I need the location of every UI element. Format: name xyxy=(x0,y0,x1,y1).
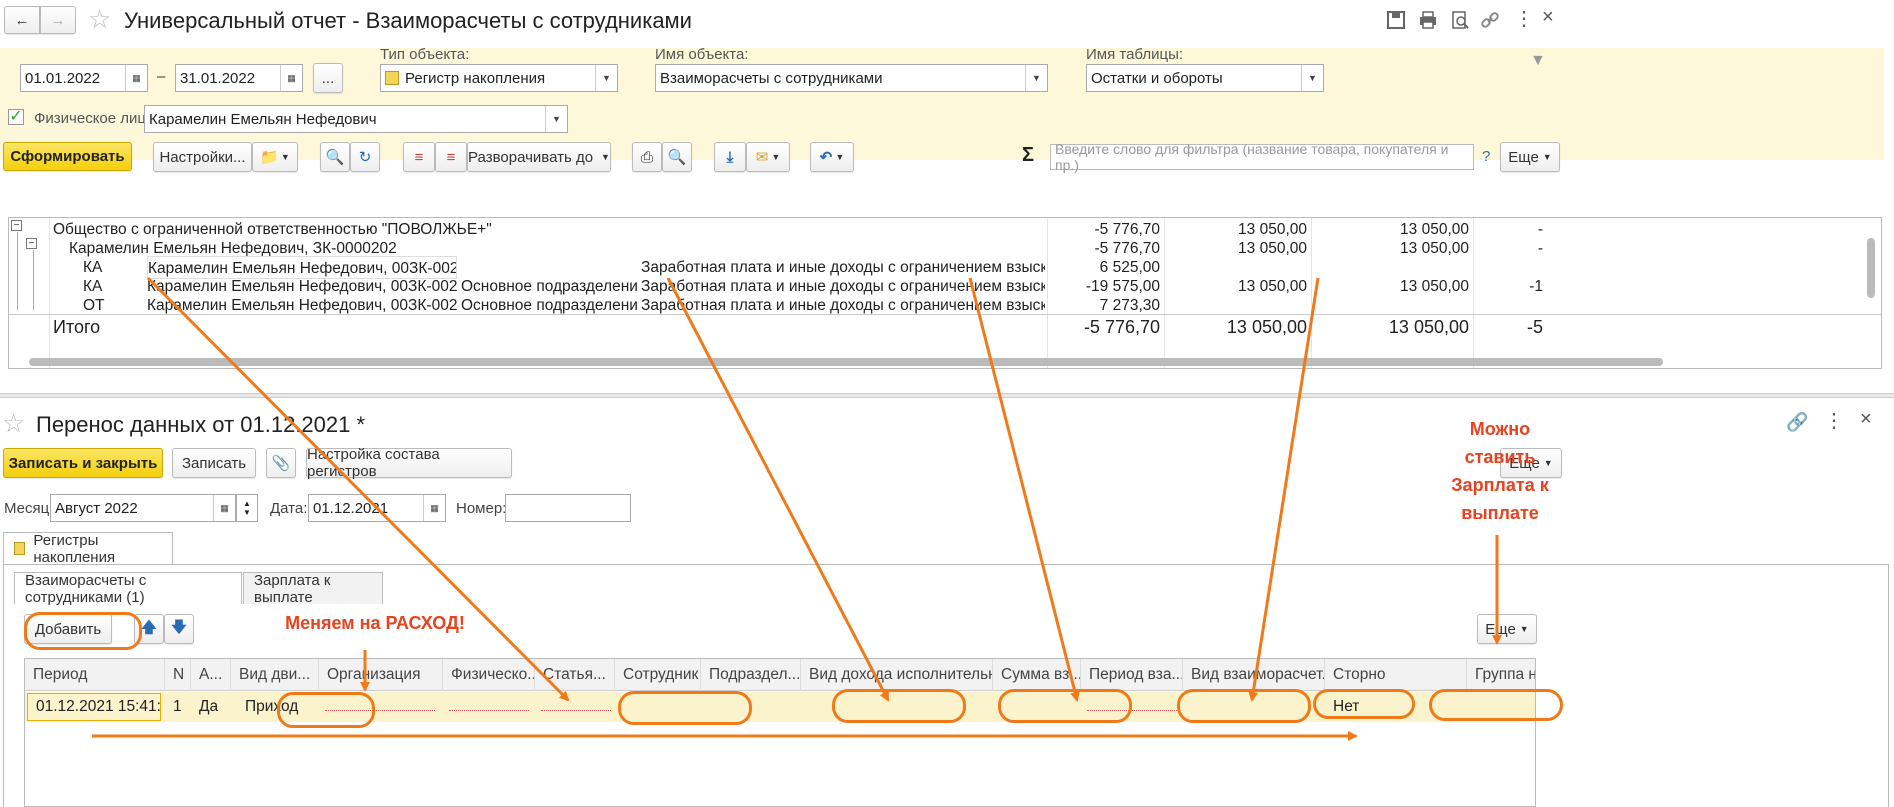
hint-line: ставить xyxy=(1464,447,1536,467)
annotation-oval-income-type xyxy=(998,689,1132,723)
annotation-oval-settlement-type xyxy=(1429,689,1563,721)
annotation-oval-add xyxy=(24,612,142,650)
annotation-change-note: Меняем на РАСХОД! xyxy=(285,613,465,633)
hint-line: выплате xyxy=(1461,503,1539,523)
hint-line: Зарплата к xyxy=(1451,475,1549,495)
hint-line: Можно xyxy=(1469,419,1531,439)
annotation-hint-note: Можно ставить Зарплата к выплате xyxy=(1420,415,1580,527)
annotation-oval-amount xyxy=(1177,689,1311,723)
annotation-oval-settlement-period xyxy=(1313,689,1415,719)
annotation-oval-movement xyxy=(277,692,375,728)
annotation-oval-department xyxy=(832,689,966,723)
annotation-oval-item xyxy=(618,691,752,725)
annotation-arrows xyxy=(92,276,1502,741)
